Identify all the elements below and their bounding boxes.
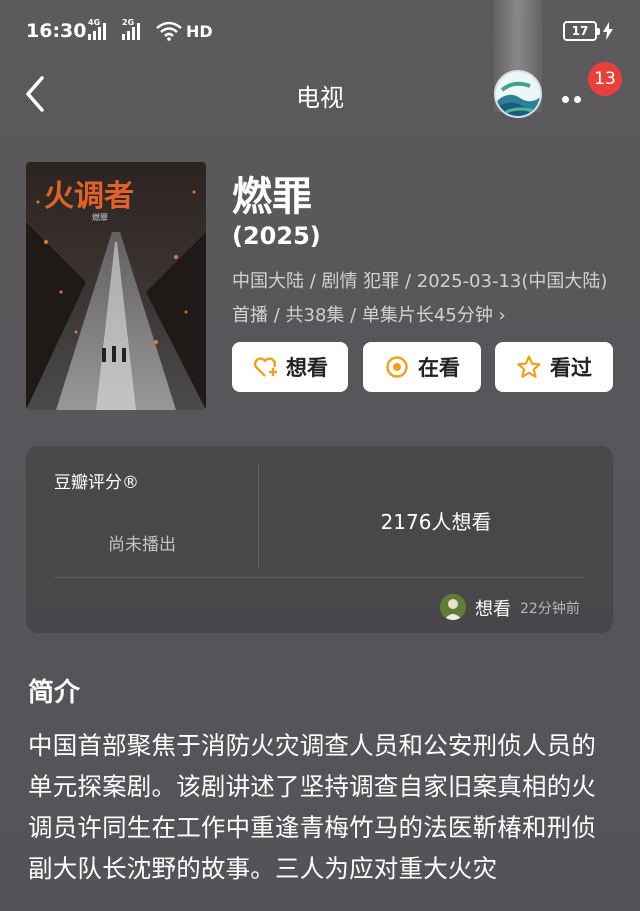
watching-button[interactable]: 在看 [363,342,481,392]
poster-image[interactable]: 火调者 燃罪 [26,162,206,410]
target-icon [386,356,408,378]
battery-icon: 17 [563,21,600,41]
heart-plus-icon [253,357,277,377]
show-title: 燃罪 [232,174,312,220]
charging-icon [603,22,613,40]
status-bar: 16:30 4G 2G HD 17 [0,0,640,112]
show-year: (2025) [232,222,321,250]
page-title: 电视 [296,84,344,112]
notification-badge: 13 [588,62,622,96]
synopsis-heading: 简介 [28,678,81,708]
show-meta-link[interactable]: 中国大陆 / 剧情 犯罪 / 2025-03-13(中国大陆)首播 / 共38集… [232,265,612,333]
card-divider-horizontal [54,577,584,578]
user-avatar[interactable] [494,70,542,118]
want-to-watch-button[interactable]: 想看 [232,342,348,392]
rating-status: 尚未播出 [108,535,176,555]
poster-title-text: 火调者 [44,179,134,214]
synopsis-text: 中国首部聚焦于消防火灾调查人员和公安刑侦人员的单元探案剧。该剧讲述了坚持调查自家… [28,731,597,883]
want-to-watch-label: 想看 [286,356,328,380]
douban-rating-label: 豆瓣评分® [54,473,139,493]
poster-art: 火调者 燃罪 [26,162,206,410]
watched-label: 看过 [550,356,592,380]
friend-avatar-image [440,594,466,620]
friend-activity-action: 想看 [475,599,511,620]
network-hd-label: HD [186,22,213,41]
star-icon [517,355,541,378]
watched-button[interactable]: 看过 [495,342,613,392]
battery-level: 17 [571,24,589,38]
signal-4g-icon: 4G [88,18,118,40]
wifi-icon [156,21,182,41]
friend-activity-time: 22分钟前 [520,601,580,617]
signal-2g-icon: 2G [122,18,152,40]
want-to-watch-count[interactable]: 2176人想看 [259,506,613,535]
status-time: 16:30 [26,20,87,42]
friend-avatar[interactable] [440,594,466,620]
rating-card: 豆瓣评分® 尚未播出 2176人想看 想看 22分钟前 [26,446,613,633]
poster-subtitle-text: 燃罪 [92,212,108,222]
more-menu-button[interactable] [562,88,592,103]
watching-label: 在看 [418,356,460,380]
